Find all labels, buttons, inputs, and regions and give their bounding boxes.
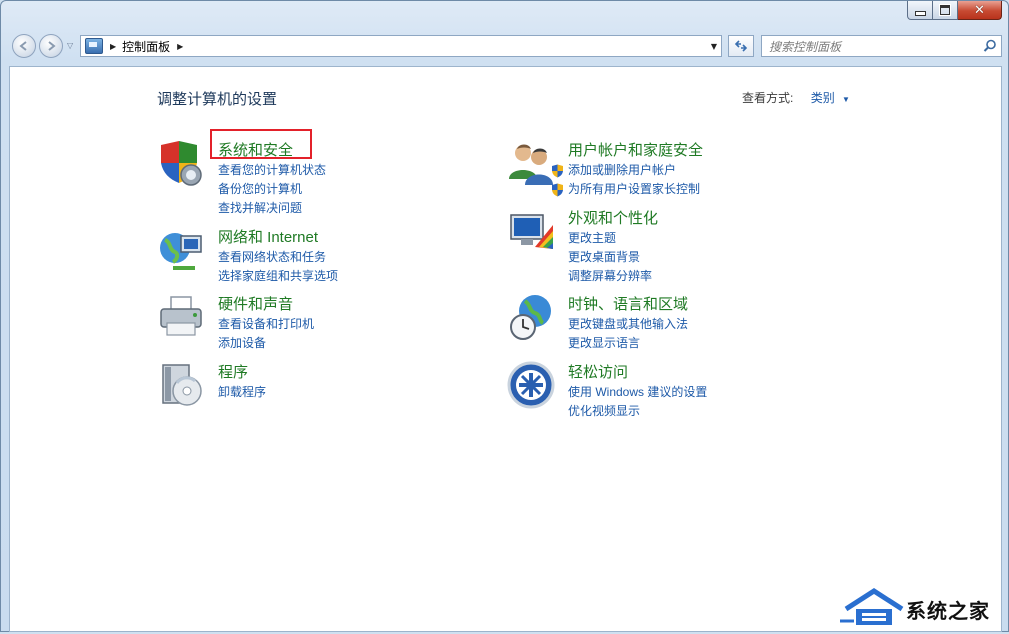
uac-shield-icon bbox=[552, 164, 563, 178]
shield-icon[interactable] bbox=[157, 139, 205, 187]
link-homegroup-sharing[interactable]: 选择家庭组和共享选项 bbox=[218, 267, 338, 286]
category-title[interactable]: 时钟、语言和区域 bbox=[568, 293, 688, 314]
view-by-control: 查看方式: 类别 ▼ bbox=[742, 89, 850, 106]
network-globe-icon[interactable] bbox=[157, 226, 205, 274]
monitor-palette-icon[interactable] bbox=[507, 207, 555, 255]
view-by-label: 查看方式: bbox=[742, 91, 794, 105]
users-icon[interactable] bbox=[507, 139, 555, 187]
link-label: 为所有用户设置家长控制 bbox=[568, 182, 701, 196]
category-links: 添加或删除用户帐户 为所有用户设置家长控制 bbox=[552, 161, 700, 199]
link-backup-computer[interactable]: 备份您的计算机 bbox=[218, 180, 326, 199]
link-optimize-video-display[interactable]: 优化视频显示 bbox=[568, 402, 707, 421]
view-by-dropdown[interactable]: 类别 bbox=[811, 91, 835, 105]
link-change-keyboard[interactable]: 更改键盘或其他输入法 bbox=[568, 315, 688, 334]
link-troubleshoot[interactable]: 查找并解决问题 bbox=[218, 199, 326, 218]
category-links: 查看您的计算机状态 备份您的计算机 查找并解决问题 bbox=[218, 161, 326, 218]
link-recommended-settings[interactable]: 使用 Windows 建议的设置 bbox=[568, 383, 707, 402]
house-logo-icon bbox=[840, 588, 904, 625]
category-links: 更改主题 更改桌面背景 调整屏幕分辨率 bbox=[568, 229, 652, 286]
category-links: 卸载程序 bbox=[218, 383, 266, 402]
link-label: 添加或删除用户帐户 bbox=[568, 163, 677, 177]
watermark-text: 系统之家 bbox=[906, 599, 990, 623]
category-title[interactable]: 硬件和声音 bbox=[218, 293, 293, 314]
ease-of-access-icon[interactable] bbox=[507, 361, 555, 409]
uac-shield-icon bbox=[552, 183, 563, 197]
printer-icon[interactable] bbox=[157, 293, 205, 341]
programs-disc-icon[interactable] bbox=[157, 361, 205, 409]
clock-globe-icon[interactable] bbox=[507, 293, 555, 341]
page-title: 调整计算机的设置 bbox=[157, 91, 278, 108]
link-view-network-status[interactable]: 查看网络状态和任务 bbox=[218, 248, 338, 267]
link-view-devices-printers[interactable]: 查看设备和打印机 bbox=[218, 315, 314, 334]
category-links: 查看网络状态和任务 选择家庭组和共享选项 bbox=[218, 248, 338, 286]
category-links: 使用 Windows 建议的设置 优化视频显示 bbox=[568, 383, 707, 421]
watermark-logo: 系统之家 bbox=[840, 587, 1009, 631]
control-panel-window: ✕ ▽ ▶ 控制面板 ▶ ▼ 搜索控制面板 调整计算机的设置 查看方式: 类别 … bbox=[0, 0, 1009, 632]
link-view-computer-status[interactable]: 查看您的计算机状态 bbox=[218, 161, 326, 180]
category-links: 查看设备和打印机 添加设备 bbox=[218, 315, 314, 353]
content-pane: 调整计算机的设置 查看方式: 类别 ▼ 系统和安全 查看您的计算机状态 备份您的… bbox=[9, 66, 1002, 632]
link-change-display-language[interactable]: 更改显示语言 bbox=[568, 334, 688, 353]
category-title[interactable]: 外观和个性化 bbox=[568, 207, 658, 228]
category-title[interactable]: 网络和 Internet bbox=[218, 226, 318, 247]
link-change-desktop-background[interactable]: 更改桌面背景 bbox=[568, 248, 652, 267]
category-links: 更改键盘或其他输入法 更改显示语言 bbox=[568, 315, 688, 353]
category-title[interactable]: 程序 bbox=[218, 361, 248, 382]
link-add-remove-accounts[interactable]: 添加或删除用户帐户 bbox=[551, 161, 700, 180]
highlight-box bbox=[210, 129, 312, 159]
view-by-chevron-icon[interactable]: ▼ bbox=[842, 95, 850, 104]
link-change-theme[interactable]: 更改主题 bbox=[568, 229, 652, 248]
category-title[interactable]: 轻松访问 bbox=[568, 361, 628, 382]
link-uninstall-program[interactable]: 卸载程序 bbox=[218, 383, 266, 402]
link-adjust-resolution[interactable]: 调整屏幕分辨率 bbox=[568, 267, 652, 286]
category-title[interactable]: 用户帐户和家庭安全 bbox=[568, 139, 703, 160]
link-parental-controls[interactable]: 为所有用户设置家长控制 bbox=[551, 180, 700, 199]
link-add-device[interactable]: 添加设备 bbox=[218, 334, 314, 353]
